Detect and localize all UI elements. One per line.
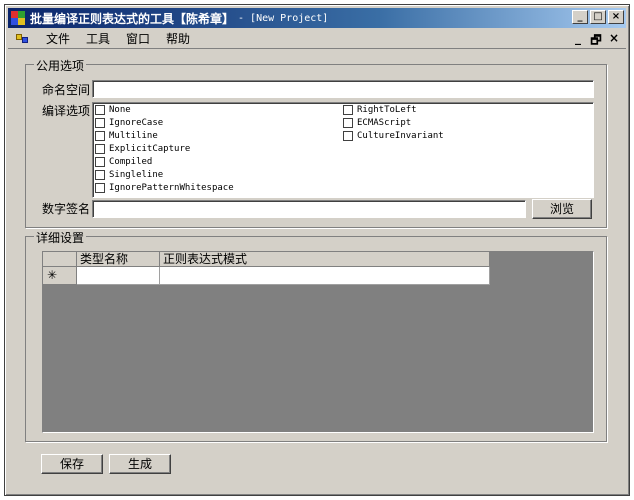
window-subtitle: - [New Project] — [238, 12, 329, 24]
checkbox-icon[interactable] — [343, 131, 353, 141]
option-multiline[interactable]: Multiline — [95, 131, 158, 141]
save-button[interactable]: 保存 — [41, 454, 103, 474]
document-icon[interactable] — [16, 32, 32, 46]
signature-input[interactable] — [92, 200, 526, 218]
compile-options-label: 编译选项 — [42, 104, 91, 118]
title-bar[interactable]: 批量编译正则表达式的工具【陈希章】 - [New Project] _ □ × — [8, 8, 626, 28]
option-ignorepatternwhitespace[interactable]: IgnorePatternWhitespace — [95, 183, 234, 193]
option-explicitcapture[interactable]: ExplicitCapture — [95, 144, 190, 154]
menu-tools[interactable]: 工具 — [78, 30, 118, 48]
grid-corner-header — [43, 252, 77, 267]
column-header-type-name[interactable]: 类型名称 — [77, 252, 160, 267]
mdi-minimize-button[interactable]: _ — [572, 31, 584, 52]
checkbox-icon[interactable] — [343, 105, 353, 115]
checkbox-icon[interactable] — [95, 105, 105, 115]
minimize-button[interactable]: _ — [572, 10, 588, 24]
option-singleline[interactable]: Singleline — [95, 170, 163, 180]
compile-options-list[interactable]: None IgnoreCase Multiline ExplicitCaptur… — [92, 102, 594, 198]
checkbox-icon[interactable] — [95, 183, 105, 193]
common-options-group: 公用选项 命名空间 编译选项 None IgnoreCase Multiline… — [25, 57, 607, 228]
checkbox-icon[interactable] — [95, 131, 105, 141]
checkbox-icon[interactable] — [95, 144, 105, 154]
namespace-input[interactable] — [92, 80, 594, 98]
details-grid[interactable]: 类型名称 正则表达式模式 ✳ — [42, 251, 594, 433]
maximize-button[interactable]: □ — [590, 10, 606, 24]
details-legend: 详细设置 — [34, 229, 87, 246]
signature-label: 数字签名 — [42, 202, 91, 216]
generate-button[interactable]: 生成 — [109, 454, 171, 474]
option-ecmascript[interactable]: ECMAScript — [343, 118, 411, 128]
app-icon — [10, 10, 26, 26]
option-none[interactable]: None — [95, 105, 131, 115]
cell-type-name[interactable] — [77, 267, 160, 285]
option-cultureinvariant[interactable]: CultureInvariant — [343, 131, 444, 141]
option-righttoleft[interactable]: RightToLeft — [343, 105, 417, 115]
option-compiled[interactable]: Compiled — [95, 157, 152, 167]
main-window: 批量编译正则表达式的工具【陈希章】 - [New Project] _ □ × … — [4, 4, 630, 496]
cell-regex-pattern[interactable] — [160, 267, 490, 285]
menu-window[interactable]: 窗口 — [118, 30, 158, 48]
common-options-legend: 公用选项 — [34, 57, 87, 74]
checkbox-icon[interactable] — [343, 118, 353, 128]
details-group: 详细设置 类型名称 正则表达式模式 ✳ — [25, 229, 607, 442]
menu-bar: 文件 工具 窗口 帮助 _ 🗗 × — [8, 29, 626, 49]
checkbox-icon[interactable] — [95, 170, 105, 180]
checkbox-icon[interactable] — [95, 157, 105, 167]
browse-button[interactable]: 浏览 — [532, 199, 592, 219]
close-button[interactable]: × — [608, 10, 624, 24]
mdi-close-button[interactable]: × — [608, 31, 620, 52]
menu-help[interactable]: 帮助 — [158, 30, 198, 48]
namespace-label: 命名空间 — [42, 83, 91, 97]
column-header-regex-pattern[interactable]: 正则表达式模式 — [160, 252, 490, 267]
mdi-restore-button[interactable]: 🗗 — [590, 31, 602, 52]
option-ignorecase[interactable]: IgnoreCase — [95, 118, 163, 128]
new-row-icon[interactable]: ✳ — [43, 267, 77, 285]
window-title: 批量编译正则表达式的工具【陈希章】 — [30, 11, 235, 26]
checkbox-icon[interactable] — [95, 118, 105, 128]
menu-file[interactable]: 文件 — [38, 30, 78, 48]
